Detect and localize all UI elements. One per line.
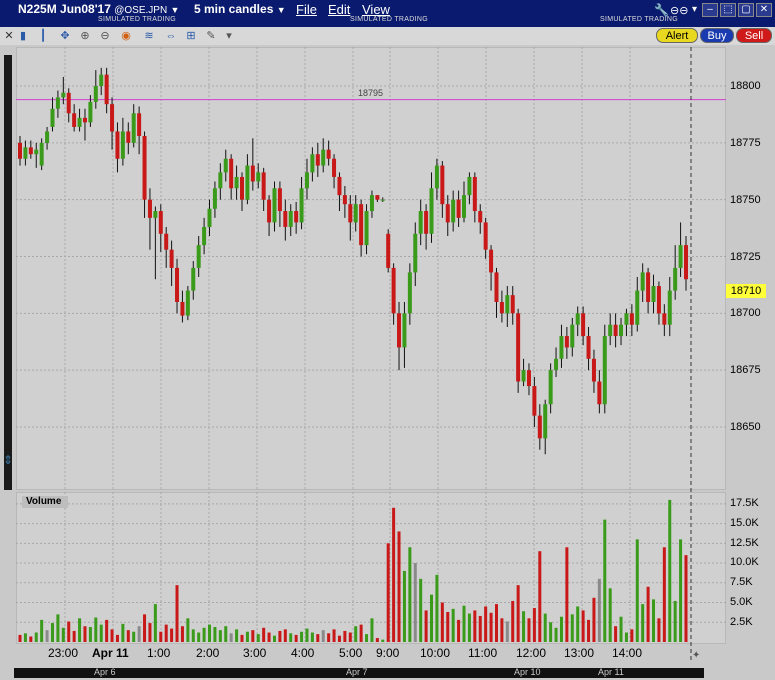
simulated-trading-label: SIMULATED TRADING [98,16,176,23]
simulated-trading-label: SIMULATED TRADING [350,16,428,23]
menu-view[interactable]: View [362,2,390,17]
hline-label: 18795 [358,88,384,98]
time-tick: 10:00 [420,646,451,660]
close-icon[interactable]: ✕ [2,29,16,43]
time-tick: 4:00 [291,646,315,660]
volume-plot[interactable] [16,492,726,644]
time-tick: 23:00 [48,646,79,660]
scroll-arrows-icon[interactable]: ⇕ [3,453,13,467]
minimize-button[interactable]: – [702,3,718,17]
price-tick: 18750 [730,194,761,206]
scrollbar-track[interactable] [4,55,12,490]
volume-tick: 17.5K [730,497,759,509]
time-tick: Apr 11 [92,646,129,660]
date-tick: Apr 6 [94,667,116,677]
compare-icon[interactable]: ⊞ [184,29,198,43]
price-tick: 18650 [730,421,761,433]
chevron-down-icon: ▼ [170,5,180,15]
time-tick: 3:00 [243,646,267,660]
sell-button[interactable]: Sell [736,28,772,43]
chevron-down-icon[interactable]: ▾ [222,29,236,43]
simulated-trading-label: SIMULATED TRADING [600,16,678,23]
symbol-selector[interactable]: N225M Jun08'17 @OSE.JPN ▼ [18,2,179,16]
maximize-button[interactable]: ▢ [738,3,754,17]
price-tick: 18775 [730,137,761,149]
exchange-label: @OSE.JPN [114,5,168,16]
zoom-out-icon[interactable]: ⊖ [98,29,112,43]
price-tick: 18675 [730,364,761,376]
title-bar: N225M Jun08'17 @OSE.JPN ▼ 5 min candles … [0,0,775,27]
candle-chart-icon[interactable]: ┃ [36,29,50,43]
volume-tick: 15.0K [730,517,759,529]
volume-tick: 7.5K [730,576,753,588]
chart-toolbar: ✕ ▮ ┃ ✥ ⊕ ⊖ ◉ ≋ ⇔ ⊞ ✎ ▾ Alert Buy Sell [0,27,775,45]
volume-tick: 2.5K [730,616,753,628]
wrench-icon[interactable]: 🔧 [654,3,669,17]
link-icon[interactable]: ⊖⊖ [670,4,688,17]
pencil-icon[interactable]: ✎ [204,29,218,43]
volume-tick: 5.0K [730,596,753,608]
time-tick: 9:00 [376,646,400,660]
volume-tick: 10.0K [730,556,759,568]
chevron-down-icon[interactable]: ▾ [692,4,697,15]
price-plot[interactable] [16,47,726,490]
pin-icon[interactable]: ✦ [692,650,700,661]
target-icon[interactable]: ◉ [119,29,133,43]
symbol-label: N225M Jun08'17 [18,2,111,16]
menu-edit[interactable]: Edit [328,2,350,17]
vertical-scrollbar[interactable]: ⇕ [0,45,14,680]
price-tick: 18725 [730,251,761,263]
draw-lines-icon[interactable]: ≋ [142,29,156,43]
alert-button[interactable]: Alert [656,28,698,43]
float-button[interactable]: ⬚ [720,3,736,17]
date-tick: Apr 7 [346,667,368,677]
interval-selector[interactable]: 5 min candles ▼ [194,2,286,16]
time-tick: 2:00 [196,646,220,660]
time-tick: 5:00 [339,646,363,660]
time-tick: 1:00 [147,646,171,660]
fit-icon[interactable]: ⇔ [164,29,178,43]
date-tick: Apr 10 [514,667,541,677]
interval-label: 5 min candles [194,2,274,16]
date-tick: Apr 11 [598,667,624,677]
price-tick: 18800 [730,80,761,92]
bar-chart-icon[interactable]: ▮ [16,29,30,43]
buy-button[interactable]: Buy [700,28,734,43]
volume-tick: 12.5K [730,537,759,549]
volume-panel-title: Volume [22,496,68,508]
time-tick: 11:00 [468,646,498,660]
zoom-in-icon[interactable]: ⊕ [78,29,92,43]
time-tick: 14:00 [612,646,643,660]
time-tick: 13:00 [564,646,595,660]
price-tick: 18700 [730,307,761,319]
close-button[interactable]: ✕ [756,3,772,17]
menu-file[interactable]: File [296,2,317,17]
current-price-badge: 18710 [726,284,766,298]
chevron-down-icon: ▼ [276,5,286,15]
time-tick: 12:00 [516,646,547,660]
crosshair-icon[interactable]: ✥ [58,29,72,43]
